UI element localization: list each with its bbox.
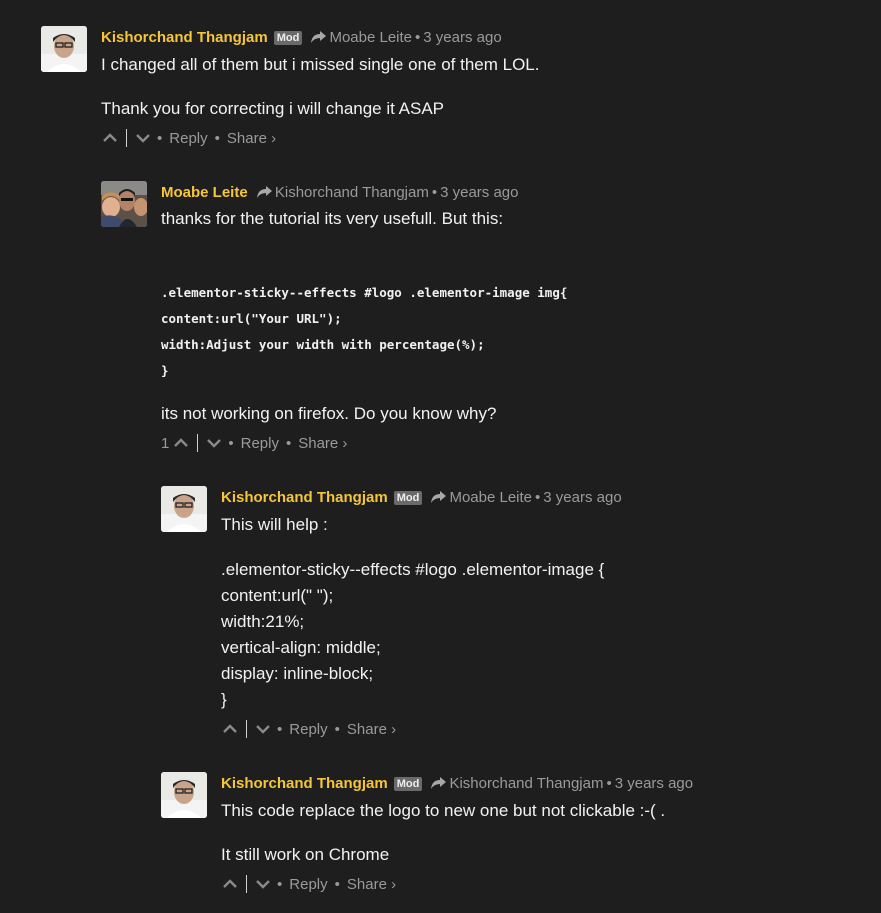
action-separator: • — [285, 434, 292, 452]
code-line: width:Adjust your width with percentage(… — [161, 337, 485, 352]
reply-button[interactable]: Reply — [289, 876, 327, 893]
meta-separator: • — [606, 775, 612, 792]
reply-to-name[interactable]: Kishorchand Thangjam — [275, 184, 429, 201]
share-button[interactable]: Share › — [347, 721, 396, 738]
upvote-icon[interactable] — [223, 879, 237, 889]
code-text: vertical-align: middle; — [221, 638, 381, 657]
mod-badge: Mod — [393, 491, 423, 505]
meta-separator: • — [535, 489, 541, 506]
timestamp[interactable]: 3 years ago — [543, 489, 621, 506]
vote-divider — [246, 875, 247, 893]
reply-to-name[interactable]: Kishorchand Thangjam — [449, 775, 603, 792]
comment-text: It still work on Chrome — [221, 845, 390, 864]
comment-text: I changed all of them but i missed singl… — [101, 55, 540, 74]
comment-text: Thank you for correcting i will change i… — [101, 99, 444, 118]
code-line: content:url("Your URL"); — [161, 311, 342, 326]
upvote-icon[interactable] — [103, 133, 117, 143]
vote-count: 1 — [161, 434, 170, 452]
action-separator: • — [334, 875, 340, 893]
author-name[interactable]: Kishorchand Thangjam — [221, 775, 388, 792]
avatar[interactable] — [41, 26, 87, 72]
reply-to-name[interactable]: Moabe Leite — [449, 489, 532, 506]
author-name[interactable]: Kishorchand Thangjam — [101, 29, 268, 46]
share-button[interactable]: Share › — [227, 130, 276, 147]
reply-button[interactable]: Reply — [289, 721, 327, 738]
avatar[interactable] — [101, 181, 147, 227]
code-text: display: inline-block; — [221, 664, 374, 683]
comment-text: This code replace the logo to new one bu… — [221, 801, 666, 820]
reply-arrow-icon — [431, 777, 447, 789]
comment-text: its not working on firefox. Do you know … — [161, 404, 497, 423]
reply-to-name[interactable]: Moabe Leite — [329, 29, 412, 46]
code-line: } — [161, 363, 169, 378]
vote-divider — [246, 720, 247, 738]
timestamp[interactable]: 3 years ago — [615, 775, 693, 792]
action-separator: • — [228, 434, 234, 452]
reply-button[interactable]: Reply — [169, 130, 207, 147]
author-name[interactable]: Moabe Leite — [161, 184, 248, 201]
code-text: .elementor-sticky--effects #logo .elemen… — [221, 560, 605, 579]
upvote-icon[interactable] — [223, 724, 237, 734]
vote-divider — [197, 434, 199, 452]
downvote-icon[interactable] — [256, 724, 270, 734]
timestamp[interactable]: 3 years ago — [440, 184, 518, 201]
upvote-icon[interactable] — [174, 438, 189, 448]
reply-arrow-icon — [311, 31, 327, 43]
mod-badge: Mod — [393, 777, 423, 791]
downvote-icon[interactable] — [256, 879, 270, 889]
reply-button[interactable]: Reply — [241, 435, 279, 452]
avatar[interactable] — [161, 772, 207, 818]
author-name[interactable]: Kishorchand Thangjam — [221, 489, 388, 506]
reply-arrow-icon — [431, 491, 447, 503]
timestamp[interactable]: 3 years ago — [423, 29, 501, 46]
action-separator: • — [334, 720, 340, 738]
action-separator: • — [157, 129, 163, 147]
share-button[interactable]: Share › — [347, 876, 396, 893]
downvote-icon[interactable] — [207, 438, 222, 448]
reply-arrow-icon — [256, 186, 272, 198]
share-button[interactable]: Share › — [298, 435, 347, 452]
code-line: .elementor-sticky--effects #logo .elemen… — [161, 285, 568, 300]
code-text: width:21%; — [221, 612, 305, 631]
action-separator: • — [214, 129, 220, 147]
avatar[interactable] — [161, 486, 207, 532]
code-text: content:url(" "); — [221, 586, 334, 605]
code-text: } — [221, 690, 227, 709]
action-separator: • — [277, 720, 283, 738]
comment-text: thanks for the tutorial its very usefull… — [161, 209, 504, 228]
meta-separator: • — [415, 29, 421, 46]
action-separator: • — [277, 875, 283, 893]
meta-separator: • — [431, 184, 438, 201]
comment-text: This will help : — [221, 515, 328, 534]
vote-divider — [126, 129, 127, 147]
mod-badge: Mod — [273, 31, 303, 45]
downvote-icon[interactable] — [136, 133, 150, 143]
